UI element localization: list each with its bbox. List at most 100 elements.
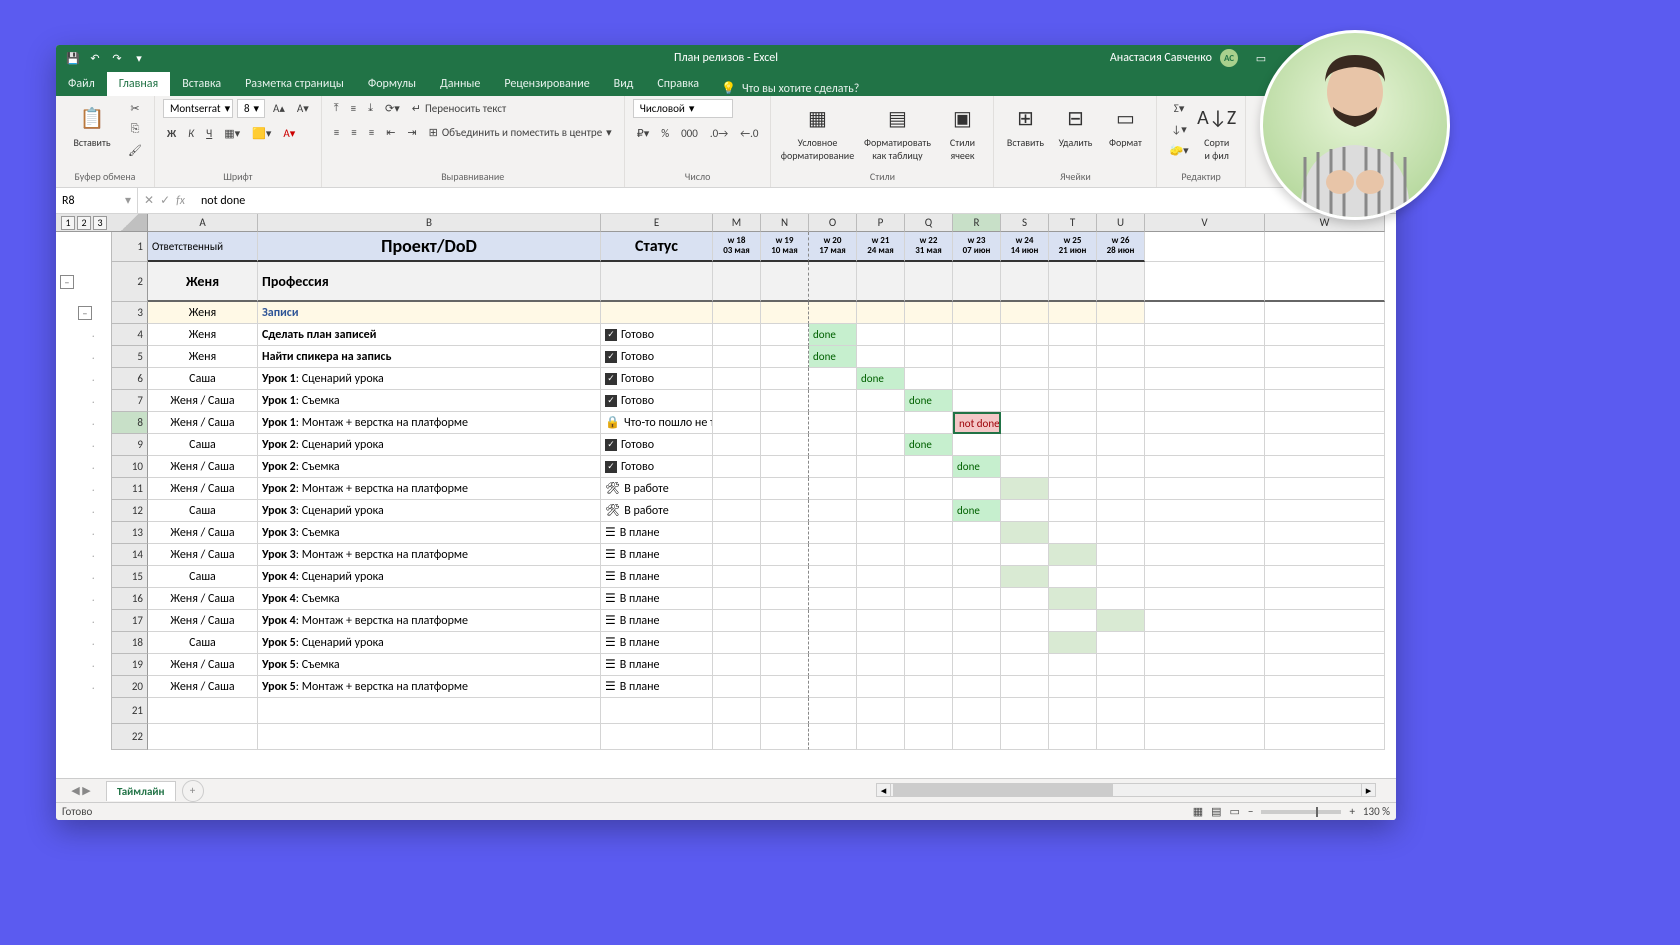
undo-icon[interactable]: ↶ — [86, 49, 104, 67]
cell-S14[interactable] — [1001, 544, 1049, 566]
cell-W4[interactable] — [1265, 324, 1385, 346]
cell-R3[interactable] — [953, 302, 1001, 324]
conditional-format-button[interactable]: ▦Условное форматирование — [779, 99, 855, 170]
row-header[interactable]: 6 — [112, 368, 148, 390]
cell-N15[interactable] — [761, 566, 809, 588]
cell-T3[interactable] — [1049, 302, 1097, 324]
cell-N13[interactable] — [761, 522, 809, 544]
cell-B3[interactable]: Записи — [258, 302, 601, 324]
outline-collapse-icon[interactable]: − — [60, 275, 74, 289]
cell-W10[interactable] — [1265, 456, 1385, 478]
cell-U18[interactable] — [1097, 632, 1145, 654]
cell-T7[interactable] — [1049, 390, 1097, 412]
name-box[interactable]: R8▾ — [56, 188, 138, 213]
cell-S21[interactable] — [1001, 698, 1049, 724]
cell-W20[interactable] — [1265, 676, 1385, 698]
tab-file[interactable]: Файл — [56, 72, 107, 96]
cell-W6[interactable] — [1265, 368, 1385, 390]
cell-R16[interactable] — [953, 588, 1001, 610]
cell-B22[interactable] — [258, 724, 601, 750]
cell-P19[interactable] — [857, 654, 905, 676]
cell-E11[interactable]: 🛠 В работе — [601, 478, 713, 500]
cell-O20[interactable] — [809, 676, 857, 698]
formula-input[interactable]: not done — [191, 194, 1396, 208]
outline-level-3[interactable]: 3 — [93, 216, 107, 230]
cell-N12[interactable] — [761, 500, 809, 522]
cell-S17[interactable] — [1001, 610, 1049, 632]
cell-P8[interactable] — [857, 412, 905, 434]
cell-B1[interactable]: Проект/DoD — [258, 232, 601, 262]
cell-R10[interactable]: done — [953, 456, 1001, 478]
cell-T11[interactable] — [1049, 478, 1097, 500]
cell-O8[interactable] — [809, 412, 857, 434]
cell-R19[interactable] — [953, 654, 1001, 676]
cell-N18[interactable] — [761, 632, 809, 654]
cell-W18[interactable] — [1265, 632, 1385, 654]
row-header[interactable]: 15 — [112, 566, 148, 588]
cell-Q15[interactable] — [905, 566, 953, 588]
cell-V12[interactable] — [1145, 500, 1265, 522]
cell-E16[interactable]: ☰ В плане — [601, 588, 713, 610]
font-color-icon[interactable]: A▾ — [279, 124, 299, 142]
cell-W16[interactable] — [1265, 588, 1385, 610]
cell-V9[interactable] — [1145, 434, 1265, 456]
fill-color-icon[interactable]: 🟨▾ — [248, 124, 275, 142]
row-header[interactable]: 9 — [112, 434, 148, 456]
cell-A10[interactable]: Женя / Саша — [148, 456, 258, 478]
cell-O11[interactable] — [809, 478, 857, 500]
cell-U7[interactable] — [1097, 390, 1145, 412]
cell-N22[interactable] — [761, 724, 809, 750]
cell-P2[interactable] — [857, 262, 905, 302]
cell-S18[interactable] — [1001, 632, 1049, 654]
outline-level-selector[interactable]: 1 2 3 — [56, 214, 112, 232]
align-middle-icon[interactable]: ≡ — [347, 99, 360, 117]
qat-dropdown-icon[interactable]: ▾ — [130, 49, 148, 67]
decrease-font-icon[interactable]: A▾ — [293, 99, 313, 118]
underline-icon[interactable]: Ч — [202, 124, 216, 142]
cell-O21[interactable] — [809, 698, 857, 724]
cell-A15[interactable]: Саша — [148, 566, 258, 588]
row-header[interactable]: 21 — [112, 698, 148, 724]
cell-B7[interactable]: Урок 1: Съемка — [258, 390, 601, 412]
number-format-select[interactable]: Числовой ▾ — [633, 99, 733, 118]
cell-P9[interactable] — [857, 434, 905, 456]
cell-T9[interactable] — [1049, 434, 1097, 456]
cell-Q18[interactable] — [905, 632, 953, 654]
cell-W12[interactable] — [1265, 500, 1385, 522]
cell-V2[interactable] — [1145, 262, 1265, 302]
cell-Q14[interactable] — [905, 544, 953, 566]
cell-V22[interactable] — [1145, 724, 1265, 750]
cell-A11[interactable]: Женя / Саша — [148, 478, 258, 500]
cell-E1[interactable]: Статус — [601, 232, 713, 262]
cell-styles-button[interactable]: ▣Стили ячеек — [939, 99, 985, 170]
col-header-R[interactable]: R — [953, 214, 1001, 232]
cell-O22[interactable] — [809, 724, 857, 750]
cell-M16[interactable] — [713, 588, 761, 610]
col-header-P[interactable]: P — [857, 214, 905, 232]
col-header-T[interactable]: T — [1049, 214, 1097, 232]
cell-U5[interactable] — [1097, 346, 1145, 368]
cell-A18[interactable]: Саша — [148, 632, 258, 654]
cell-O15[interactable] — [809, 566, 857, 588]
cell-S10[interactable] — [1001, 456, 1049, 478]
cell-U6[interactable] — [1097, 368, 1145, 390]
cell-M12[interactable] — [713, 500, 761, 522]
cell-B14[interactable]: Урок 3: Монтаж + верстка на платформе — [258, 544, 601, 566]
enter-icon[interactable]: ✓ — [160, 193, 170, 208]
cell-A2[interactable]: Женя — [148, 262, 258, 302]
save-icon[interactable]: 💾 — [64, 49, 82, 67]
insert-cells-button[interactable]: ⊞Вставить — [1002, 99, 1048, 170]
cell-T17[interactable] — [1049, 610, 1097, 632]
cell-R18[interactable] — [953, 632, 1001, 654]
copy-icon[interactable]: ⎘ — [127, 120, 144, 138]
cell-R17[interactable] — [953, 610, 1001, 632]
cell-W3[interactable] — [1265, 302, 1385, 324]
cell-N7[interactable] — [761, 390, 809, 412]
cell-Q21[interactable] — [905, 698, 953, 724]
border-icon[interactable]: ▦▾ — [220, 124, 244, 142]
percent-icon[interactable]: % — [657, 124, 673, 142]
cell-U3[interactable] — [1097, 302, 1145, 324]
cell-E9[interactable]: ✓ Готово — [601, 434, 713, 456]
cell-U19[interactable] — [1097, 654, 1145, 676]
cell-S16[interactable] — [1001, 588, 1049, 610]
